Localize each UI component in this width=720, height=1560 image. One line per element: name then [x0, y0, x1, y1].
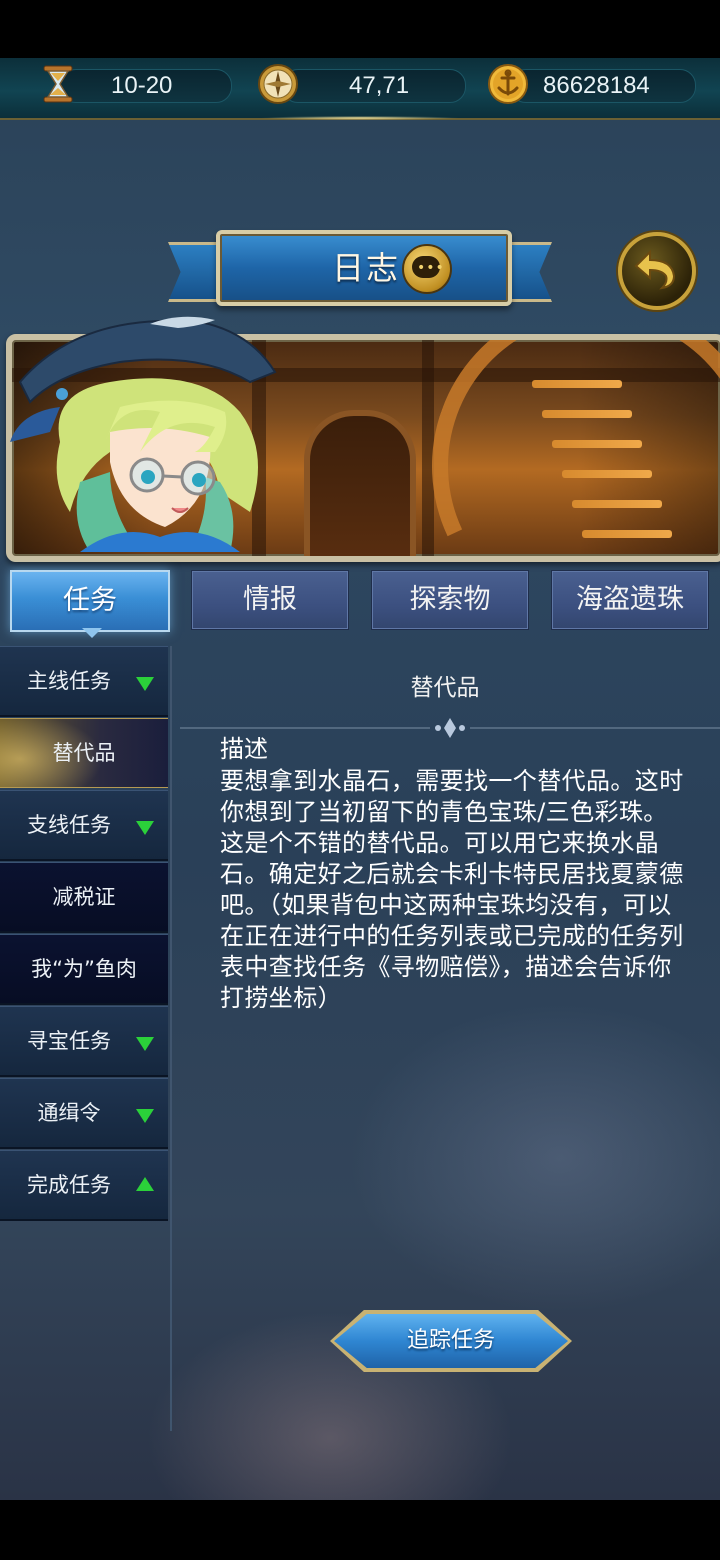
- track-quest-label: 追踪任务: [406, 1328, 495, 1353]
- expand-arrow-icon: [136, 1037, 154, 1051]
- quest-item-tax-certificate[interactable]: 减税证: [0, 862, 168, 933]
- coordinates-value: 47,71: [349, 72, 410, 99]
- tab-quests[interactable]: 任务: [10, 570, 170, 632]
- category-label: 完成任务: [27, 1173, 111, 1197]
- title-banner: 日志 •••: [168, 230, 552, 310]
- category-label: 主线任务: [27, 669, 111, 693]
- doorway-arch: [304, 410, 416, 556]
- back-button[interactable]: [618, 232, 696, 310]
- category-treasure-quests[interactable]: 寻宝任务: [0, 1006, 168, 1077]
- coordinates-resource: 47,71: [282, 69, 466, 103]
- return-arrow-icon: [634, 249, 676, 290]
- hourglass-icon: [43, 65, 73, 103]
- collapse-arrow-icon: [136, 1177, 154, 1191]
- stair-step: [572, 500, 662, 508]
- tab-intel[interactable]: 情报: [191, 570, 349, 630]
- stair-step: [582, 530, 672, 538]
- gold-resource: 86628184: [510, 69, 696, 103]
- expand-arrow-icon: [136, 1109, 154, 1123]
- game-view: 10-20 47,71 86628184 日志 ••• 任务 情报 探索物 海盗…: [0, 58, 720, 1500]
- category-wanted[interactable]: 通缉令: [0, 1078, 168, 1149]
- time-value: 10-20: [111, 72, 173, 99]
- chat-dots: •••: [417, 260, 445, 276]
- gold-value: 86628184: [543, 72, 650, 99]
- chat-bubble-icon[interactable]: •••: [402, 244, 452, 294]
- tab-pirate-relics[interactable]: 海盗遗珠: [551, 570, 709, 630]
- stair-step: [552, 440, 642, 448]
- expand-arrow-icon: [136, 677, 154, 691]
- quest-item-label: 替代品: [52, 741, 116, 765]
- stair-step: [542, 410, 632, 418]
- stair-step: [532, 380, 622, 388]
- resource-bar: 10-20 47,71 86628184: [0, 58, 720, 120]
- time-resource: 10-20: [60, 69, 232, 103]
- expand-arrow-icon: [136, 821, 154, 835]
- category-label: 支线任务: [27, 813, 111, 837]
- category-label: 寻宝任务: [27, 1029, 111, 1053]
- anchor-coin-icon: [488, 64, 528, 104]
- resource-bar-glow: [260, 116, 460, 120]
- category-side-quests[interactable]: 支线任务: [0, 790, 168, 861]
- stair-step: [562, 470, 652, 478]
- track-quest-button[interactable]: 追踪任务: [330, 1310, 572, 1372]
- compass-icon: [258, 64, 298, 104]
- banner-plate: 日志 •••: [216, 230, 512, 306]
- quest-item-substitute[interactable]: 替代品: [0, 718, 168, 788]
- quest-category-list: 主线任务 替代品 支线任务 减税证 我“为”鱼肉 寻宝任务 通缉令 完成任务: [0, 646, 172, 1431]
- quest-item-label: 我“为”鱼肉: [31, 957, 137, 981]
- npc-character-portrait: [10, 316, 277, 552]
- description-heading: 描述: [220, 735, 268, 763]
- quest-item-fish-meat[interactable]: 我“为”鱼肉: [0, 934, 168, 1005]
- active-tab-pointer: [82, 628, 102, 638]
- page-title: 日志: [332, 249, 401, 287]
- category-label: 通缉令: [37, 1101, 101, 1125]
- quest-title: 替代品: [410, 675, 480, 701]
- category-main-quests[interactable]: 主线任务: [0, 646, 168, 717]
- category-completed[interactable]: 完成任务: [0, 1150, 168, 1221]
- screen: 10-20 47,71 86628184 日志 ••• 任务 情报 探索物 海盗…: [0, 0, 720, 1560]
- quest-description: 要想拿到水晶石，需要找一个替代品。这时你想到了当初留下的青色宝珠/三色彩珠。这是…: [220, 767, 684, 1012]
- tab-explore-items[interactable]: 探索物: [371, 570, 529, 630]
- quest-item-label: 减税证: [52, 885, 116, 909]
